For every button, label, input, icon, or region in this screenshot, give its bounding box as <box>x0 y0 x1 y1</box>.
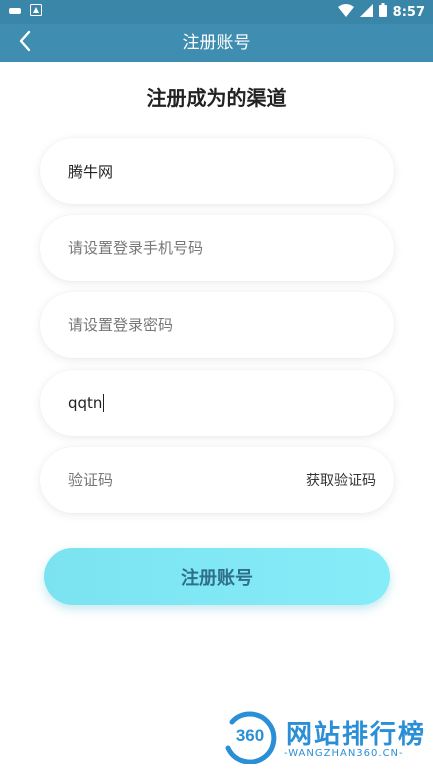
page-title: 注册成为的渠道 <box>146 86 287 110</box>
password-field[interactable] <box>40 292 394 358</box>
app-bar-title: 注册账号 <box>182 33 251 53</box>
status-time: 8:57 <box>392 4 425 20</box>
status-right: 8:57 <box>337 3 425 21</box>
watermark-title: 网站排行榜 <box>286 720 427 750</box>
watermark-subtitle: -WANGZHAN360.CN- <box>284 748 404 759</box>
watermark: 360 网站排行榜 -WANGZHAN360.CN- <box>222 708 428 766</box>
chevron-left-icon <box>18 30 32 56</box>
invite-value[interactable]: qqtn <box>68 394 102 412</box>
register-button[interactable]: 注册账号 <box>44 548 390 605</box>
channel-name-field[interactable] <box>40 138 394 204</box>
channel-name-input[interactable] <box>68 162 366 180</box>
app-bar: 注册账号 <box>0 24 433 62</box>
password-input[interactable] <box>68 316 366 334</box>
get-code-button[interactable]: 获取验证码 <box>306 470 376 490</box>
battery-icon <box>378 3 387 21</box>
watermark-logo: 360 <box>222 708 278 765</box>
status-left <box>8 4 42 20</box>
app-icon <box>30 4 42 20</box>
status-bar: 8:57 <box>0 0 433 24</box>
invite-field[interactable]: qqtn <box>40 370 394 436</box>
phone-input[interactable] <box>68 239 366 257</box>
watermark-logo-text: 360 <box>236 726 264 745</box>
phone-field[interactable] <box>40 215 394 281</box>
code-input[interactable] <box>68 471 306 489</box>
code-field[interactable]: 获取验证码 <box>40 447 394 513</box>
wifi-icon <box>337 3 354 21</box>
signal-icon <box>359 3 373 21</box>
back-button[interactable] <box>10 28 40 58</box>
text-caret <box>103 394 105 412</box>
notification-icon <box>8 5 22 20</box>
